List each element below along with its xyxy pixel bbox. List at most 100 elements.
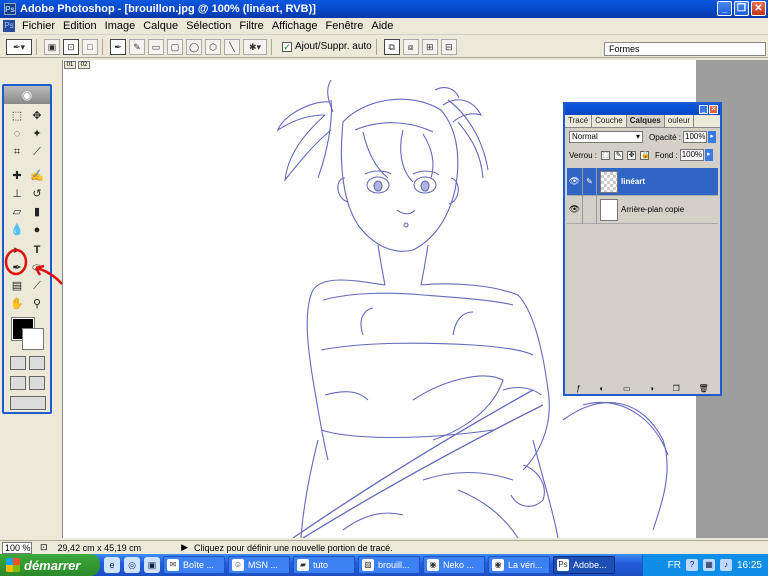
doc-info-icon[interactable]: ⊡ (40, 542, 48, 553)
help-icon[interactable]: ? (685, 559, 698, 571)
taskbar-item-firefox-2[interactable]: ◉ La véri... (488, 556, 550, 574)
eye-icon[interactable]: 👁 (567, 167, 583, 196)
pen-tool-option-icon[interactable]: ✒ (110, 38, 126, 55)
line-icon[interactable]: ╲ (224, 38, 240, 55)
tool-preset-picker[interactable]: ✒▾ (6, 38, 32, 55)
lasso-icon[interactable]: ◌ (9, 126, 25, 142)
taskbar-item-mail[interactable]: ✉ Boîte ... (163, 556, 225, 574)
palette-minimize-button[interactable]: _ (699, 105, 708, 114)
polygon-icon[interactable]: ⬡ (205, 38, 221, 55)
freeform-pen-icon[interactable]: ✎ (129, 38, 145, 55)
path-exclude-icon[interactable]: ⊟ (440, 38, 457, 55)
tab-traces[interactable]: Tracé (565, 115, 593, 127)
start-button[interactable]: démarrer (0, 554, 100, 576)
rounded-rectangle-icon[interactable]: ▢ (167, 38, 183, 55)
taskbar-item-photoshop[interactable]: Ps Adobe... (553, 556, 615, 574)
menu-edition[interactable]: Edition (59, 20, 101, 32)
layer-style-icon[interactable]: ƒ (576, 384, 580, 393)
history-brush-icon[interactable]: ↺ (29, 186, 45, 202)
slice-icon[interactable]: ⟋ (29, 144, 45, 160)
new-layer-icon[interactable]: ❐ (673, 384, 680, 393)
layer-set-icon[interactable]: ▭ (623, 384, 631, 393)
trash-icon[interactable]: 🗑 (698, 384, 708, 393)
zoom-field[interactable]: 100 % (2, 541, 32, 554)
adjustment-layer-icon[interactable]: ◑ (649, 384, 654, 393)
tab-calques[interactable]: Calques (626, 115, 665, 127)
mask-icon[interactable]: ◐ (599, 384, 604, 393)
taskbar-item-msn[interactable]: ☺ MSN ... (228, 556, 290, 574)
menu-selection[interactable]: Sélection (182, 20, 235, 32)
eye-icon[interactable]: 👁 (567, 195, 583, 224)
menu-affichage[interactable]: Affichage (268, 20, 322, 32)
language-indicator[interactable]: FR (668, 560, 681, 571)
close-button[interactable]: ✕ (751, 1, 766, 16)
blur-icon[interactable]: 💧 (9, 222, 25, 238)
brush-link-icon[interactable]: ✎ (583, 167, 597, 196)
zoom-icon[interactable]: ⚲ (29, 296, 45, 312)
layer-row-background-copy[interactable]: 👁 Arrière-plan copie (567, 195, 718, 224)
menu-aide[interactable]: Aide (367, 20, 397, 32)
minimize-button[interactable]: _ (717, 1, 732, 16)
background-color-swatch[interactable] (22, 328, 44, 350)
menu-calque[interactable]: Calque (139, 20, 182, 32)
window-title-bar[interactable]: Ps Adobe Photoshop - [brouillon.jpg @ 10… (0, 0, 768, 18)
menu-filtre[interactable]: Filtre (235, 20, 267, 32)
menu-image[interactable]: Image (101, 20, 140, 32)
path-add-icon[interactable]: ⧉ (383, 38, 400, 55)
path-intersect-icon[interactable]: ⊞ (421, 38, 438, 55)
screen-mode-standard-icon[interactable] (10, 376, 26, 390)
crop-icon[interactable]: ⌗ (9, 144, 25, 160)
move-icon[interactable]: ✥ (29, 108, 45, 124)
screen-mode-full-icon[interactable] (29, 376, 45, 390)
clone-stamp-icon[interactable]: ⊥ (9, 186, 25, 202)
quicklaunch-desktop-icon[interactable]: ▣ (144, 557, 160, 573)
quicklaunch-media-icon[interactable]: ◎ (124, 557, 140, 573)
lock-position-icon[interactable]: ✥ (627, 150, 637, 160)
menu-fichier[interactable]: Fichier (18, 20, 59, 32)
custom-shape-icon[interactable]: ✱▾ (243, 38, 267, 55)
taskbar-item-firefox[interactable]: ◉ Neko ... (423, 556, 485, 574)
palette-title-bar[interactable]: _ ✕ (565, 104, 720, 115)
brush-icon[interactable]: ✍ (29, 168, 45, 184)
palette-well-formes[interactable]: Formes (604, 42, 766, 56)
blend-mode-select[interactable]: Normal (569, 131, 643, 143)
gradient-icon[interactable]: ▮ (29, 204, 45, 220)
fill-input[interactable]: 100% (679, 149, 704, 161)
quick-mask-icon[interactable] (29, 356, 45, 370)
rectangle-icon[interactable]: ▭ (148, 38, 164, 55)
healing-brush-icon[interactable]: ✚ (9, 168, 25, 184)
network-icon[interactable]: ▦ (702, 559, 715, 571)
opacity-input[interactable]: 100% (683, 131, 707, 143)
opacity-slider-button[interactable]: ▸ (708, 131, 716, 143)
clock[interactable]: 16:25 (737, 560, 762, 571)
document-tab-1[interactable]: 01 (64, 61, 76, 69)
volume-icon[interactable]: ♪ (719, 559, 732, 571)
palette-close-button[interactable]: ✕ (709, 105, 718, 114)
eraser-icon[interactable]: ▱ (9, 204, 25, 220)
fill-pixels-icon[interactable]: □ (82, 38, 98, 55)
paths-icon[interactable]: ⊡ (63, 38, 79, 55)
menu-fenetre[interactable]: Fenêtre (321, 20, 367, 32)
auto-add-delete-checkbox[interactable]: ✓ (282, 41, 292, 52)
adobe-eye-icon[interactable]: ◉ (22, 88, 32, 102)
toolbox-header[interactable]: ◉ (4, 86, 50, 104)
standard-mode-icon[interactable] (10, 356, 26, 370)
restore-button[interactable]: ❐ (734, 1, 749, 16)
taskbar-item-image[interactable]: ▨ brouill... (358, 556, 420, 574)
lock-pixels-icon[interactable]: ✎ (614, 150, 624, 160)
document-tab-2[interactable]: 02 (78, 61, 90, 69)
document-icon[interactable]: Ps (3, 20, 15, 32)
brush-link-icon[interactable] (583, 195, 597, 224)
lock-transparency-icon[interactable]: ⬚ (601, 150, 611, 160)
ellipse-icon[interactable]: ◯ (186, 38, 202, 55)
layer-row-lineart[interactable]: 👁 ✎ linéart (567, 167, 718, 196)
lock-all-icon[interactable]: 🔒 (640, 150, 650, 160)
hand-icon[interactable]: ✋ (9, 296, 25, 312)
jump-to-imageready-icon[interactable] (10, 396, 46, 410)
magic-wand-icon[interactable]: ✦ (29, 126, 45, 142)
dodge-icon[interactable]: ● (29, 222, 45, 238)
photoshop-app-icon[interactable]: Ps (4, 3, 16, 15)
shape-layers-icon[interactable]: ▣ (44, 38, 60, 55)
tab-couches[interactable]: Couche (592, 115, 627, 127)
path-subtract-icon[interactable]: ⧈ (402, 38, 419, 55)
